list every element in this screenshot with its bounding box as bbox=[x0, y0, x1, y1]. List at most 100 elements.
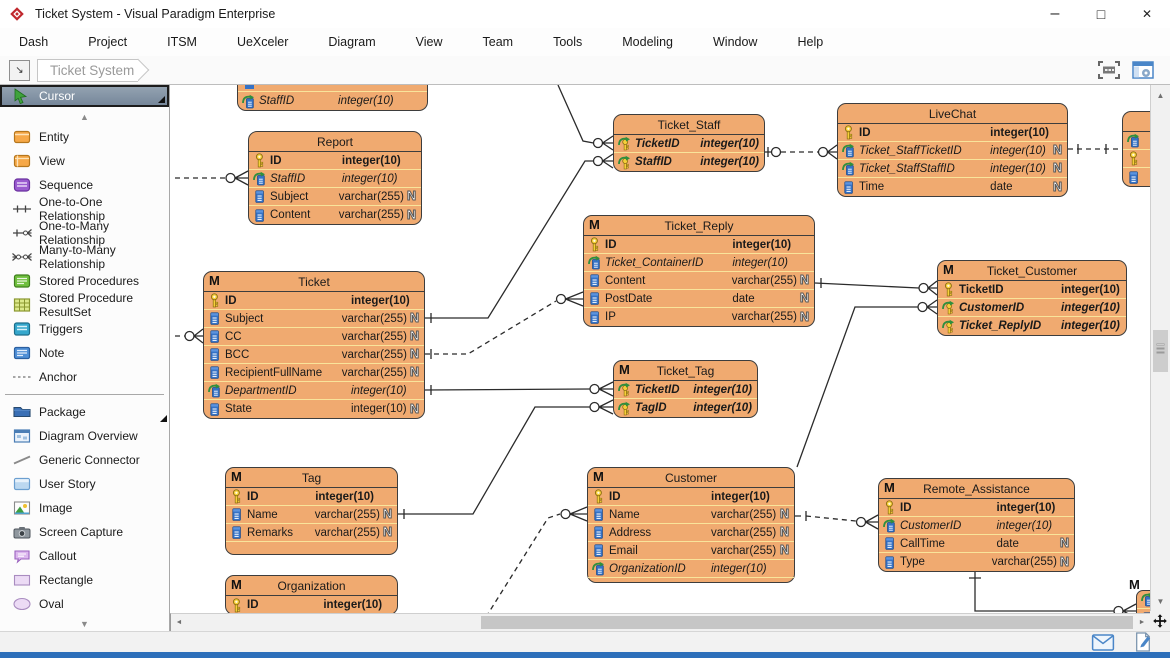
vertical-scrollbar[interactable] bbox=[1150, 85, 1170, 611]
menu-item-modeling[interactable]: Modeling bbox=[607, 35, 688, 49]
entity-column-row[interactable] bbox=[1137, 609, 1150, 613]
menu-item-uexceler[interactable]: UeXceler bbox=[222, 35, 303, 49]
entity-column-row[interactable]: TicketIDinteger(10) bbox=[614, 135, 764, 153]
entity-partial-bottom-right[interactable]: M bbox=[1136, 590, 1150, 613]
scroll-left-arrow[interactable] bbox=[171, 614, 187, 631]
entity-column-row[interactable]: Ticket_ContainerIDinteger(10) bbox=[584, 254, 814, 272]
palette-item-rectangle[interactable]: Rectangle bbox=[0, 568, 169, 592]
menu-item-window[interactable]: Window bbox=[698, 35, 772, 49]
palette-item-note[interactable]: Note bbox=[0, 341, 169, 365]
entity-column-row[interactable] bbox=[1123, 132, 1150, 150]
model-navigation-button[interactable] bbox=[9, 60, 30, 81]
menu-item-team[interactable]: Team bbox=[468, 35, 529, 49]
entity-ticket-customer[interactable]: MTicket_CustomerTicketIDinteger(10)Custo… bbox=[937, 260, 1127, 336]
entity-column-row[interactable]: TimedateN bbox=[838, 178, 1067, 196]
entity-ticket[interactable]: MTicketIDinteger(10)Subjectvarchar(255)N… bbox=[203, 271, 425, 419]
entity-column-row[interactable]: IDinteger(10) bbox=[204, 292, 424, 310]
entity-column-row[interactable]: Ticket_StaffTicketIDinteger(10)N bbox=[838, 142, 1067, 160]
entity-column-row[interactable]: StaffIDinteger(10) bbox=[614, 153, 764, 171]
entity-column-row[interactable]: CustomerIDinteger(10) bbox=[938, 299, 1126, 317]
palette-item-user-story[interactable]: User Story bbox=[0, 472, 169, 496]
menu-item-diagram[interactable]: Diagram bbox=[313, 35, 390, 49]
close-button[interactable] bbox=[1124, 1, 1170, 28]
minimize-button[interactable] bbox=[1032, 1, 1078, 28]
menu-item-help[interactable]: Help bbox=[782, 35, 838, 49]
entity-column-row[interactable]: Namevarchar(255)N bbox=[226, 506, 397, 524]
palette-item-oval[interactable]: Oval bbox=[0, 592, 169, 616]
entity-partial-right[interactable] bbox=[1122, 111, 1150, 187]
entity-column-row[interactable]: Stateinteger(10)N bbox=[204, 400, 424, 418]
entity-column-row[interactable]: Ticket_StaffStaffIDinteger(10)N bbox=[838, 160, 1067, 178]
entity-column-row[interactable] bbox=[1137, 591, 1150, 609]
palette-item-triggers[interactable]: Triggers bbox=[0, 317, 169, 341]
entity-column-row[interactable]: TagIDinteger(10) bbox=[614, 399, 757, 417]
palette-item-callout[interactable]: Callout bbox=[0, 544, 169, 568]
entity-column-row[interactable]: IDinteger(10) bbox=[588, 488, 794, 506]
palette-item-diagram-overview[interactable]: Diagram Overview bbox=[0, 424, 169, 448]
menu-item-dash[interactable]: Dash bbox=[4, 35, 63, 49]
entity-column-row[interactable]: Subjectvarchar(255)N bbox=[204, 310, 424, 328]
menu-item-project[interactable]: Project bbox=[73, 35, 142, 49]
entity-column-row[interactable]: IDinteger(10) bbox=[879, 499, 1074, 517]
entity-column-row[interactable]: IPvarchar(255)N bbox=[584, 308, 814, 326]
entity-column-row[interactable]: Subjectvarchar(255)N bbox=[249, 188, 421, 206]
diagram-canvas[interactable]: StaffIDinteger(10)ReportIDinteger(10)Sta… bbox=[170, 85, 1150, 613]
entity-column-row[interactable]: IDinteger(10) bbox=[226, 596, 397, 613]
menu-item-tools[interactable]: Tools bbox=[538, 35, 597, 49]
menu-item-view[interactable]: View bbox=[401, 35, 458, 49]
entity-organization[interactable]: MOrganizationIDinteger(10) bbox=[225, 575, 398, 613]
palette-item-entity[interactable]: Entity bbox=[0, 125, 169, 149]
horizontal-scroll-thumb[interactable] bbox=[481, 616, 1133, 629]
palette-item-sequence[interactable]: Sequence bbox=[0, 173, 169, 197]
entity-column-row[interactable]: Remarksvarchar(255)N bbox=[226, 524, 397, 542]
entity-tag[interactable]: MTagIDinteger(10)Namevarchar(255)NRemark… bbox=[225, 467, 398, 555]
entity-column-row[interactable]: Namevarchar(255)N bbox=[588, 506, 794, 524]
entity-report[interactable]: ReportIDinteger(10)StaffIDinteger(10)Sub… bbox=[248, 131, 422, 225]
diagram-panel-button[interactable] bbox=[1130, 59, 1156, 81]
entity-partial-top[interactable]: StaffIDinteger(10) bbox=[237, 85, 428, 111]
entity-column-row[interactable]: Addressvarchar(255)N bbox=[588, 524, 794, 542]
palette-item-view[interactable]: View bbox=[0, 149, 169, 173]
fit-shapes-button[interactable] bbox=[1096, 59, 1122, 81]
vertical-scroll-thumb[interactable] bbox=[1153, 330, 1168, 372]
scroll-up-arrow[interactable] bbox=[1151, 87, 1170, 103]
scroll-down-arrow[interactable] bbox=[1151, 593, 1170, 609]
menu-item-itsm[interactable]: ITSM bbox=[152, 35, 212, 49]
entity-column-row[interactable]: RecipientFullNamevarchar(255)N bbox=[204, 364, 424, 382]
entity-column-row[interactable]: Contentvarchar(255)N bbox=[584, 272, 814, 290]
entity-column-row[interactable]: IDinteger(10) bbox=[838, 124, 1067, 142]
entity-column-row[interactable]: Ticket_ReplyIDinteger(10) bbox=[938, 317, 1126, 335]
palette-item-image[interactable]: Image bbox=[0, 496, 169, 520]
palette-scroll-up-icon[interactable] bbox=[0, 109, 169, 125]
scroll-right-arrow[interactable] bbox=[1134, 614, 1150, 631]
entity-column-row[interactable]: BCCvarchar(255)N bbox=[204, 346, 424, 364]
entity-column-row[interactable]: CallTimedateN bbox=[879, 535, 1074, 553]
palette-item-stored-procedures[interactable]: Stored Procedures bbox=[0, 269, 169, 293]
entity-column-row[interactable] bbox=[1123, 168, 1150, 186]
entity-column-row[interactable]: CustomerIDinteger(10) bbox=[879, 517, 1074, 535]
mail-icon[interactable] bbox=[1090, 633, 1116, 652]
entity-column-row[interactable]: CCvarchar(255)N bbox=[204, 328, 424, 346]
entity-column-row[interactable]: StaffIDinteger(10) bbox=[249, 170, 421, 188]
entity-column-row[interactable]: PostDatedateN bbox=[584, 290, 814, 308]
entity-column-row[interactable]: DepartmentIDinteger(10) bbox=[204, 382, 424, 400]
entity-remote-assistance[interactable]: MRemote_AssistanceIDinteger(10)CustomerI… bbox=[878, 478, 1075, 572]
palette-item-generic-connector[interactable]: Generic Connector bbox=[0, 448, 169, 472]
entity-column-row[interactable]: StaffIDinteger(10) bbox=[238, 92, 427, 110]
horizontal-scrollbar[interactable] bbox=[170, 613, 1150, 631]
entity-livechat[interactable]: LiveChatIDinteger(10)Ticket_StaffTicketI… bbox=[837, 103, 1068, 197]
palette-item-one-to-many-relationship[interactable]: One-to-Many Relationship bbox=[0, 221, 169, 245]
entity-ticket-tag[interactable]: MTicket_TagTicketIDinteger(10)TagIDinteg… bbox=[613, 360, 758, 418]
palette-scroll-down-icon[interactable] bbox=[0, 616, 169, 631]
palette-item-cursor[interactable]: Cursor bbox=[0, 85, 169, 107]
entity-customer[interactable]: MCustomerIDinteger(10)Namevarchar(255)NA… bbox=[587, 467, 795, 583]
entity-column-row[interactable]: TicketIDinteger(10) bbox=[614, 381, 757, 399]
maximize-button[interactable] bbox=[1078, 1, 1124, 28]
entity-column-row[interactable]: Typevarchar(255)N bbox=[879, 553, 1074, 571]
entity-ticket-reply[interactable]: MTicket_ReplyIDinteger(10)Ticket_Contain… bbox=[583, 215, 815, 327]
entity-column-row[interactable] bbox=[1123, 150, 1150, 168]
palette-item-stored-procedure-resultset[interactable]: Stored Procedure ResultSet bbox=[0, 293, 169, 317]
palette-item-package[interactable]: Package bbox=[0, 400, 169, 424]
entity-column-row[interactable]: IDinteger(10) bbox=[584, 236, 814, 254]
palette-item-many-to-many-relationship[interactable]: Many-to-Many Relationship bbox=[0, 245, 169, 269]
